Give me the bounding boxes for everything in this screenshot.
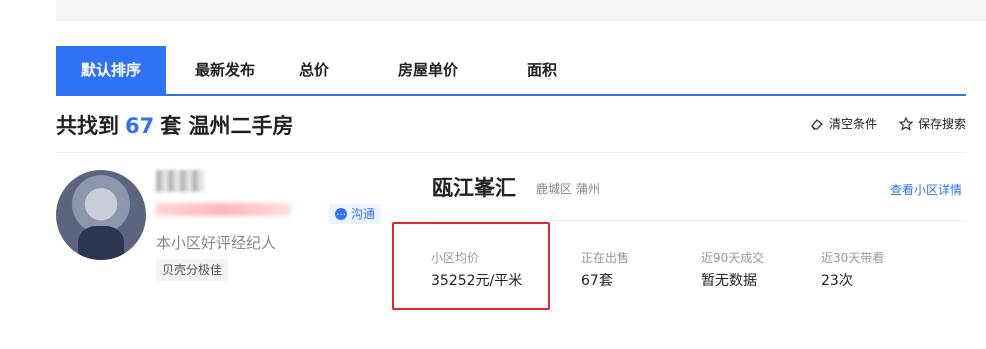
stat-label: 正在出售: [581, 251, 630, 265]
stat-on-sale: 正在出售 67套: [581, 249, 629, 290]
stat-value: 67套: [581, 273, 613, 289]
community-location: 鹿城区 蒲州: [536, 182, 600, 196]
tab-total-price[interactable]: 总价: [284, 46, 344, 94]
save-search-label: 保存搜索: [917, 117, 966, 131]
agent-name-redacted: [156, 170, 204, 192]
tab-area[interactable]: 面积: [512, 46, 572, 94]
stat-label: 小区均价: [431, 251, 480, 265]
agent-description: 本小区好评经纪人: [156, 234, 277, 252]
stat-label: 近30天带看: [821, 251, 885, 265]
chat-button[interactable]: 沟通: [329, 203, 382, 224]
result-count: 67: [125, 114, 155, 138]
clear-filters-label: 清空条件: [828, 117, 877, 131]
result-summary: 共找到 67 套 温州二手房: [56, 110, 294, 140]
stat-value: 暂无数据: [701, 273, 757, 289]
agent-phone-redacted: [156, 203, 291, 216]
tab-default-sort[interactable]: 默认排序: [56, 46, 166, 94]
stat-90-day-deals: 近90天成交 暂无数据: [701, 249, 764, 290]
result-suffix: 套 温州二手房: [160, 114, 294, 138]
community-detail-link[interactable]: 查看小区详情: [890, 181, 962, 198]
search-actions: 清空条件 保存搜索: [810, 115, 966, 132]
tab-newest[interactable]: 最新发布: [166, 46, 284, 94]
clear-filters-button[interactable]: 清空条件: [810, 115, 877, 132]
community-divider: [432, 220, 966, 221]
stat-value: 23次: [821, 273, 853, 289]
star-icon: [898, 116, 913, 131]
avatar-figure: [78, 226, 124, 260]
stat-30-day-visits: 近30天带看 23次: [821, 249, 884, 290]
stat-average-price: 小区均价 35252元/平米: [431, 249, 522, 290]
save-search-button[interactable]: 保存搜索: [898, 115, 966, 132]
eraser-icon: [811, 118, 823, 130]
divider: [56, 152, 966, 153]
community-name[interactable]: 瓯江峯汇: [432, 172, 516, 202]
chat-label: 沟通: [351, 207, 376, 221]
top-filter-bar: [56, 0, 986, 21]
tab-unit-price[interactable]: 房屋单价: [344, 46, 512, 94]
result-prefix: 共找到: [56, 114, 119, 138]
agent-badge: 贝壳分极佳: [156, 259, 229, 281]
stat-label: 近90天成交: [701, 251, 765, 265]
chat-icon: [335, 203, 347, 223]
stat-value: 35252元/平米: [431, 273, 523, 289]
sort-tabs: 默认排序 最新发布 总价 房屋单价 面积: [56, 46, 966, 96]
agent-avatar[interactable]: [56, 170, 146, 260]
